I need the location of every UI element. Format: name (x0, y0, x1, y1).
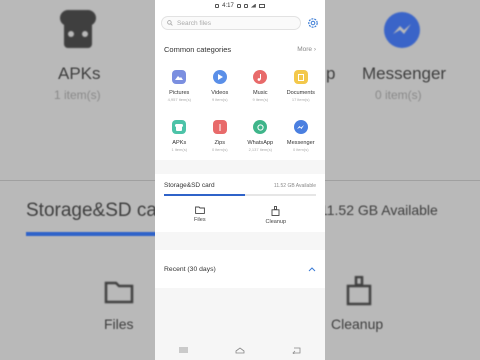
category-count: 2,137 item(s) (248, 147, 272, 152)
chevron-right-icon: › (313, 46, 316, 53)
videos-icon (212, 70, 227, 84)
more-link[interactable]: More › (297, 46, 316, 53)
signal-icon (236, 3, 241, 8)
navigation-bar (155, 340, 325, 360)
notification-icon (215, 3, 220, 8)
recent-title: Recent (30 days) (164, 265, 216, 273)
bg-broom-icon (346, 276, 372, 306)
category-apks[interactable]: APKs 1 item(s) (159, 116, 200, 160)
whatsapp-icon (253, 120, 268, 134)
category-label: Pictures (169, 90, 190, 96)
storage-section[interactable]: Storage&SD card 11.52 GB Available Files… (155, 174, 325, 232)
storage-title: Storage&SD card (164, 182, 215, 189)
storage-progress (164, 194, 316, 196)
recent-section[interactable]: Recent (30 days) (155, 250, 325, 288)
documents-icon (293, 70, 308, 84)
zip-icon (212, 120, 227, 134)
category-count: 17 item(s) (291, 97, 310, 102)
pictures-icon (172, 70, 187, 84)
category-grid: Pictures 4,957 item(s) Videos 9 item(s) … (155, 60, 325, 160)
menu-icon[interactable] (178, 347, 188, 353)
data-icon (243, 3, 248, 8)
search-placeholder: Search files (177, 19, 211, 27)
category-label: Zips (214, 140, 226, 146)
category-label: Music (252, 90, 268, 96)
category-count: 0 item(s) (211, 147, 228, 152)
category-label: WhatsApp (247, 140, 274, 146)
more-label: More (297, 46, 313, 53)
search-row: Search files (155, 11, 325, 35)
category-whatsapp[interactable]: WhatsApp 2,137 item(s) (240, 116, 281, 160)
category-documents[interactable]: Documents 17 item(s) (281, 66, 322, 110)
bg-storage-label: Storage&SD ca (26, 200, 157, 221)
category-label: APKs (172, 140, 187, 146)
bg-cleanup-label: Cleanup (331, 316, 384, 332)
category-count: 0 item(s) (292, 147, 309, 152)
category-messenger[interactable]: Messenger 0 item(s) (281, 116, 322, 160)
bg-available: 11.52 GB Available (320, 202, 438, 218)
category-label: Videos (211, 90, 229, 96)
bg-files-label: Files (104, 316, 134, 332)
category-pictures[interactable]: Pictures 4,957 item(s) (159, 66, 200, 110)
category-count: 1 item(s) (171, 147, 188, 152)
battery-icon (258, 3, 265, 8)
common-categories: Common categories More › Pictures 4,957 … (155, 35, 325, 160)
back-icon[interactable] (292, 347, 301, 354)
bg-messenger-sub: 0 item(s) (375, 88, 422, 102)
wifi-icon (250, 3, 256, 8)
category-zips[interactable]: Zips 0 item(s) (200, 116, 241, 160)
cleanup-button[interactable]: Cleanup (265, 206, 287, 225)
bg-fragment: p (326, 64, 336, 83)
category-music[interactable]: Music 9 item(s) (240, 66, 281, 110)
music-icon (253, 70, 268, 84)
category-videos[interactable]: Videos 9 item(s) (200, 66, 241, 110)
android-icon (172, 120, 187, 134)
storage-progress-fill (164, 194, 245, 196)
bg-apks-sub: 1 item(s) (54, 88, 101, 102)
files-label: Files (193, 217, 206, 223)
category-count: 4,957 item(s) (167, 97, 191, 102)
file-manager-screen: 4:17 Search files Common categories More… (155, 0, 325, 360)
storage-available: 11.52 GB Available (273, 182, 316, 189)
category-count: 9 item(s) (211, 97, 228, 102)
files-button[interactable]: Files (194, 206, 206, 225)
category-label: Messenger (286, 140, 315, 146)
home-icon[interactable] (235, 347, 245, 354)
search-icon (167, 20, 173, 26)
status-time: 4:17 (222, 2, 234, 9)
chevron-up-icon[interactable] (308, 266, 316, 272)
bg-android-icon (60, 10, 96, 48)
search-input[interactable]: Search files (161, 16, 301, 30)
messenger-icon (293, 120, 308, 134)
bg-folder-icon (104, 281, 134, 304)
bg-messenger-label: Messenger (362, 64, 447, 83)
status-bar: 4:17 (155, 0, 325, 11)
folder-icon (194, 206, 205, 214)
bg-apks-label: APKs (58, 64, 101, 83)
category-label: Documents (286, 90, 315, 96)
bg-messenger-icon (384, 12, 420, 48)
cleanup-label: Cleanup (265, 219, 287, 225)
common-categories-title: Common categories (164, 45, 232, 54)
category-count: 9 item(s) (252, 97, 269, 102)
gear-icon[interactable] (307, 17, 319, 29)
broom-icon (271, 206, 280, 216)
